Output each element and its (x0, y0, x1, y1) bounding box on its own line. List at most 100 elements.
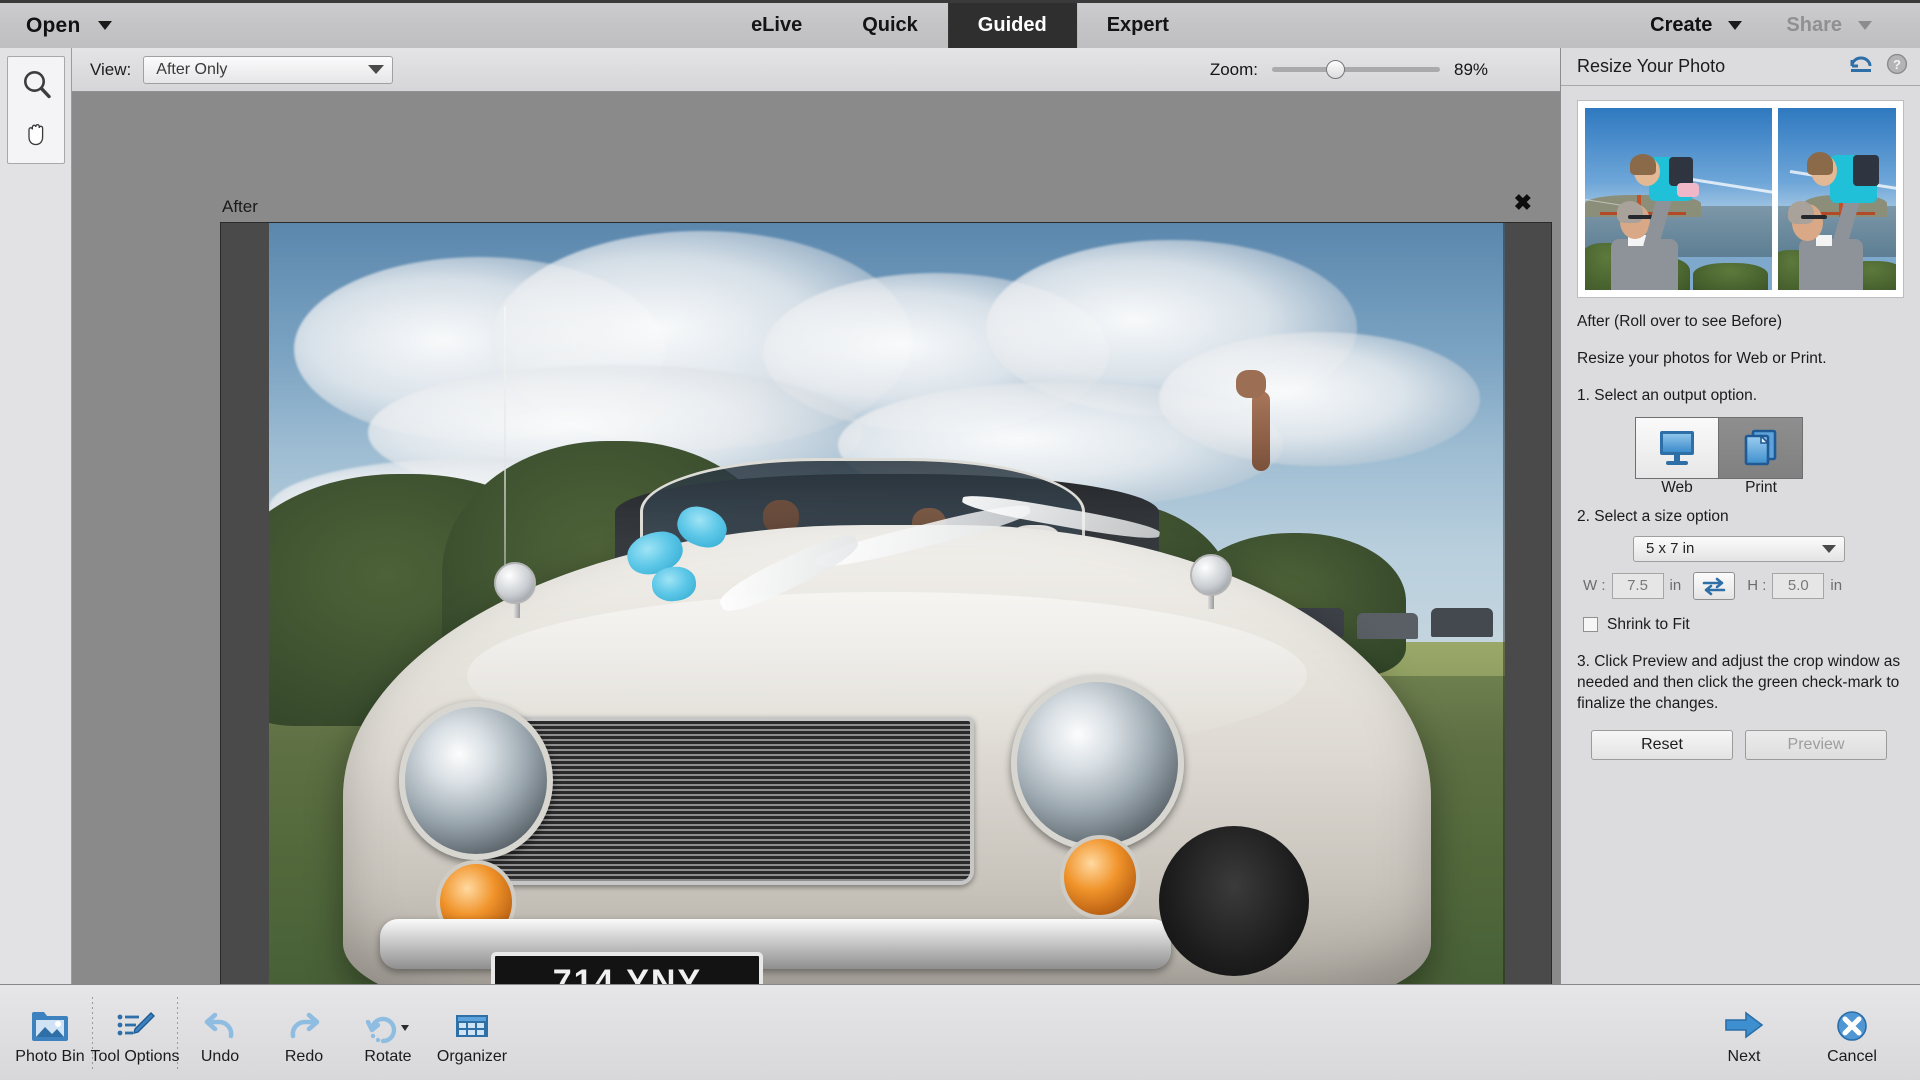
panel-step1: 1. Select an output option. (1577, 386, 1758, 404)
tool-options-button[interactable]: Tool Options (90, 987, 180, 1079)
front-wheel (1158, 826, 1309, 977)
thumbnail-before[interactable] (1585, 108, 1772, 290)
view-label: View: (90, 59, 132, 79)
open-menu-button[interactable]: Open (0, 3, 126, 48)
application-window: Open eLive Quick Guided Expert Create Sh… (0, 0, 1920, 1080)
svg-text:?: ? (1893, 57, 1901, 72)
thumb-man-hair (1616, 200, 1643, 223)
thumb-collar (1815, 235, 1833, 247)
side-mirror (1189, 554, 1232, 596)
example-thumbnails[interactable] (1577, 100, 1904, 298)
undo-icon (199, 1000, 241, 1044)
view-mode-value: After Only (156, 60, 228, 78)
thumb-child-leg (1676, 182, 1699, 198)
size-option-value: 5 x 7 in (1646, 540, 1695, 558)
panel-step3: 3. Click Preview and adjust the crop win… (1577, 652, 1901, 712)
thumb-foliage (1693, 262, 1769, 290)
tab-quick[interactable]: Quick (832, 3, 948, 48)
zoom-tool-button[interactable] (8, 61, 66, 109)
tool-options-label: Tool Options (90, 1047, 180, 1065)
height-unit: in (1830, 577, 1843, 595)
zoom-control-group: Zoom: 89% (1210, 48, 1500, 91)
create-label: Create (1650, 14, 1713, 36)
hand-tool-button[interactable] (8, 109, 66, 157)
output-option-group (1635, 416, 1904, 479)
width-input[interactable]: 7.5 (1611, 572, 1664, 599)
panel-button-row: Reset Preview (1591, 730, 1904, 761)
size-option-select[interactable]: 5 x 7 in (1633, 535, 1845, 562)
redo-button[interactable]: Redo (262, 987, 346, 1079)
thumb-child-hair (1629, 153, 1656, 176)
undo-arrow-icon[interactable] (1848, 53, 1874, 80)
swap-arrows-icon (1702, 577, 1726, 595)
share-chevron-down-icon[interactable] (1858, 21, 1872, 30)
cancel-button[interactable]: Cancel (1798, 987, 1906, 1079)
view-toolbar: View: After Only Zoom: 89% (72, 48, 1560, 92)
thumb-child-hair (1807, 151, 1834, 176)
create-button[interactable]: Create (1628, 3, 1764, 48)
next-button[interactable]: Next (1690, 987, 1798, 1079)
photo-bin-label: Photo Bin (15, 1047, 85, 1065)
panel-header: Resize Your Photo ? (1561, 48, 1920, 86)
tool-rail (0, 48, 72, 984)
output-option-web[interactable] (1635, 416, 1719, 479)
output-option-print[interactable] (1719, 416, 1803, 479)
rotate-button[interactable]: Rotate (346, 987, 430, 1079)
preview-label: Preview (1787, 736, 1845, 754)
create-chevron-down-icon[interactable] (1728, 21, 1743, 30)
preview-button[interactable]: Preview (1745, 730, 1887, 761)
zoom-slider[interactable] (1272, 60, 1440, 79)
organizer-label: Organizer (436, 1047, 508, 1065)
tab-quick-label: Quick (862, 14, 918, 36)
panel-title: Resize Your Photo (1577, 56, 1726, 76)
photo-canvas-frame[interactable]: 714 YNY (220, 222, 1552, 984)
swap-dimensions-button[interactable] (1693, 571, 1736, 600)
license-plate: 714 YNY (491, 952, 764, 984)
tab-elive[interactable]: eLive (721, 3, 832, 48)
tab-guided-label: Guided (977, 14, 1047, 36)
rotate-label: Rotate (364, 1047, 412, 1065)
background-car (1356, 612, 1419, 640)
height-input[interactable]: 5.0 (1772, 572, 1825, 599)
output-label-print: Print (1745, 478, 1777, 496)
rotate-icon (363, 1000, 413, 1044)
chevron-down-icon (1822, 544, 1836, 553)
height-value: 5.0 (1787, 577, 1809, 595)
dimensions-row: W : 7.5 in H : 5.0 in (1583, 571, 1904, 600)
tab-guided[interactable]: Guided (947, 3, 1077, 48)
width-label: W : (1583, 577, 1606, 595)
next-arrow-icon (1720, 1000, 1768, 1044)
photo-bin-button[interactable]: Photo Bin (8, 987, 92, 1079)
panel-body: After (Roll over to see Before) Resize y… (1561, 86, 1920, 984)
guided-edit-panel: Resize Your Photo ? After (Roll over to … (1560, 48, 1920, 984)
output-label-web: Web (1661, 478, 1693, 496)
organizer-button[interactable]: Organizer (430, 987, 514, 1079)
bottom-left-tools: Photo Bin Tool Options Undo Redo Rotate … (0, 987, 514, 1079)
shrink-to-fit-label: Shrink to Fit (1607, 615, 1690, 633)
undo-button[interactable]: Undo (178, 987, 262, 1079)
reset-button[interactable]: Reset (1591, 730, 1733, 761)
panel-intro: Resize your photos for Web or Print. (1577, 349, 1827, 367)
tab-expert[interactable]: Expert (1077, 3, 1199, 48)
after-caption: After (222, 197, 258, 216)
chevron-down-icon[interactable] (98, 21, 113, 30)
output-option-labels: Web Print (1635, 479, 1904, 497)
headlamp-right (1010, 675, 1184, 852)
zoom-slider-handle[interactable] (1326, 60, 1345, 79)
headlamp-left (398, 700, 554, 860)
thumbnail-after[interactable] (1777, 108, 1896, 290)
height-label: H : (1747, 577, 1767, 595)
photo-bin-icon (29, 1000, 71, 1044)
shrink-to-fit-checkbox[interactable] (1583, 617, 1598, 633)
close-icon[interactable]: ✖ (1514, 192, 1532, 214)
monitor-icon (1660, 430, 1694, 465)
share-label: Share (1786, 14, 1842, 36)
zoom-percent-value: 89% (1454, 59, 1489, 79)
panel-caption: After (Roll over to see Before) (1577, 313, 1783, 330)
shrink-to-fit-row[interactable]: Shrink to Fit (1583, 616, 1904, 634)
view-mode-select[interactable]: After Only (143, 55, 394, 84)
panel-header-icons: ? (1848, 53, 1908, 80)
share-button[interactable]: Share (1764, 3, 1894, 48)
help-question-icon[interactable]: ? (1886, 53, 1908, 80)
tool-options-icon (114, 1000, 156, 1044)
